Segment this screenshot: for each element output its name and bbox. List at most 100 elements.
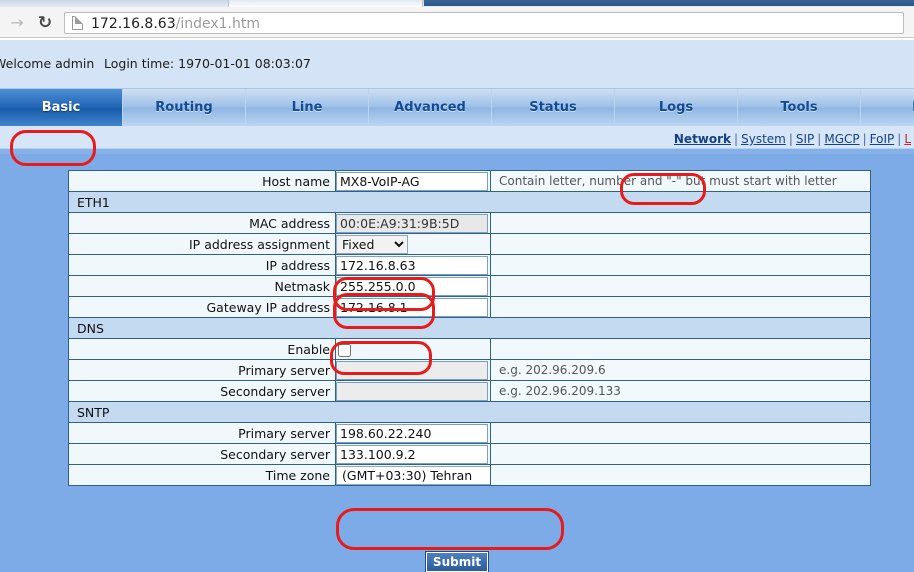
page-icon — [72, 16, 83, 30]
browser-active-tab[interactable] — [228, 0, 423, 7]
input-primary-server[interactable] — [336, 424, 488, 443]
nav-tab-logs[interactable]: Logs — [615, 89, 738, 126]
section-title-eth1: ETH1 — [69, 192, 871, 213]
table-row: IP address assignmentFixedDHCPPPPoE — [69, 234, 871, 255]
subnav-link-l[interactable]: L — [904, 132, 911, 146]
field-hint-primary-server: e.g. 202.96.209.6 — [491, 360, 871, 381]
field-cell-time-zone: (GMT+03:30) Tehran(GMT+03:00) Moscow(GMT… — [336, 465, 491, 486]
input-mac-address[interactable] — [336, 214, 488, 233]
reload-icon[interactable]: ↻ — [34, 12, 56, 34]
url-path: /index1.htm — [176, 16, 260, 32]
subnav-divider — [0, 148, 914, 154]
browser-toolbar: → ↻ 172.16.8.63/index1.htm — [0, 7, 914, 38]
subnav-link-mgcp[interactable]: MGCP — [824, 132, 859, 146]
subnav-separator: | — [734, 132, 738, 146]
field-cell-secondary-server — [336, 444, 491, 465]
field-cell-enable — [336, 339, 491, 360]
subnav-separator: | — [817, 132, 821, 146]
input-secondary-server[interactable] — [336, 382, 488, 401]
subnav-separator: | — [789, 132, 793, 146]
input-secondary-server[interactable] — [336, 445, 488, 464]
select-time-zone[interactable]: (GMT+03:30) Tehran(GMT+03:00) Moscow(GMT… — [336, 466, 491, 485]
submit-row: Submit — [0, 552, 914, 572]
field-label-primary-server: Primary server — [69, 423, 336, 444]
subnav-separator: | — [897, 132, 901, 146]
input-primary-server[interactable] — [336, 361, 488, 380]
input-netmask[interactable] — [336, 277, 488, 296]
field-label-mac-address: MAC address — [69, 213, 336, 234]
subnav-separator: | — [863, 132, 867, 146]
field-cell-gateway-ip-address — [336, 297, 491, 318]
field-hint-gateway-ip-address — [491, 297, 871, 318]
table-row: Secondary server e.g. 202.96.209.133 — [69, 381, 871, 402]
nav-tab-row: BasicRoutingLineAdvancedStatusLogsToolsI… — [0, 89, 914, 126]
section-row-dns: DNS — [69, 318, 871, 339]
nav-tab-routing[interactable]: Routing — [123, 89, 246, 126]
nav-tab-inf[interactable]: Inf — [861, 89, 914, 126]
checkbox-enable[interactable] — [338, 344, 351, 357]
field-label-host-name: Host name — [69, 171, 336, 192]
browser-chrome: → ↻ 172.16.8.63/index1.htm — [0, 0, 914, 40]
field-label-time-zone: Time zone — [69, 465, 336, 486]
table-row: Time zone(GMT+03:30) Tehran(GMT+03:00) M… — [69, 465, 871, 486]
nav-tab-tools[interactable]: Tools — [738, 89, 861, 126]
field-cell-ip-address — [336, 255, 491, 276]
forward-icon[interactable]: → — [6, 15, 28, 31]
annotation-time-zone — [336, 508, 564, 550]
field-hint-secondary-server: e.g. 202.96.209.133 — [491, 381, 871, 402]
input-host-name[interactable] — [336, 172, 488, 191]
table-row: Gateway IP address — [69, 297, 871, 318]
section-title-sntp: SNTP — [69, 402, 871, 423]
field-cell-netmask — [336, 276, 491, 297]
field-hint-mac-address — [491, 213, 871, 234]
field-label-secondary-server: Secondary server — [69, 381, 336, 402]
submit-button[interactable]: Submit — [426, 552, 488, 572]
field-label-netmask: Netmask — [69, 276, 336, 297]
section-row-eth1: ETH1 — [69, 192, 871, 213]
field-cell-mac-address — [336, 213, 491, 234]
field-cell-primary-server — [336, 423, 491, 444]
field-hint-secondary-server — [491, 444, 871, 465]
field-cell-ip-address-assignment: FixedDHCPPPPoE — [336, 234, 491, 255]
nav-tab-line[interactable]: Line — [246, 89, 369, 126]
table-row: Host name Contain letter, number and "-" … — [69, 171, 871, 192]
section-title-dns: DNS — [69, 318, 871, 339]
table-row: MAC address — [69, 213, 871, 234]
subnav-link-system[interactable]: System — [741, 132, 786, 146]
field-label-secondary-server: Secondary server — [69, 444, 336, 465]
input-gateway-ip-address[interactable] — [336, 298, 488, 317]
table-row: Secondary server — [69, 444, 871, 465]
page-body: Welcome admin Login time: 1970-01-01 08:… — [0, 40, 914, 538]
table-row: Netmask — [69, 276, 871, 297]
nav-tab-status[interactable]: Status — [492, 89, 615, 126]
subnav-link-sip[interactable]: SIP — [796, 132, 814, 146]
select-ip-address-assignment[interactable]: FixedDHCPPPPoE — [336, 235, 408, 254]
main-navigation: BasicRoutingLineAdvancedStatusLogsToolsI… — [0, 88, 914, 126]
field-cell-host-name — [336, 171, 491, 192]
input-ip-address[interactable] — [336, 256, 488, 275]
field-label-ip-address-assignment: IP address assignment — [69, 234, 336, 255]
browser-tab-strip — [0, 0, 914, 7]
subnav-link-foip[interactable]: FoIP — [870, 132, 895, 146]
url-host: 172.16.8.63 — [91, 16, 176, 32]
nav-tab-advanced[interactable]: Advanced — [369, 89, 492, 126]
field-hint-enable — [491, 339, 871, 360]
field-cell-secondary-server — [336, 381, 491, 402]
field-hint-netmask — [491, 276, 871, 297]
subnav-link-network[interactable]: Network — [674, 132, 731, 146]
table-row: IP address — [69, 255, 871, 276]
field-label-gateway-ip-address: Gateway IP address — [69, 297, 336, 318]
nav-tab-basic[interactable]: Basic — [0, 89, 123, 126]
field-hint-ip-address — [491, 255, 871, 276]
section-row-sntp: SNTP — [69, 402, 871, 423]
login-time: Login time: 1970-01-01 08:03:07 — [104, 56, 311, 71]
field-cell-primary-server — [336, 360, 491, 381]
address-bar[interactable]: 172.16.8.63/index1.htm — [64, 12, 904, 34]
field-label-enable: Enable — [69, 339, 336, 360]
table-row: Enable — [69, 339, 871, 360]
browser-tabstrip-filler — [424, 0, 914, 6]
field-label-ip-address: IP address — [69, 255, 336, 276]
field-hint-host-name: Contain letter, number and "-" but must … — [491, 171, 871, 192]
address-bar-url: 172.16.8.63/index1.htm — [91, 15, 260, 33]
welcome-text: Welcome admin — [0, 56, 94, 71]
